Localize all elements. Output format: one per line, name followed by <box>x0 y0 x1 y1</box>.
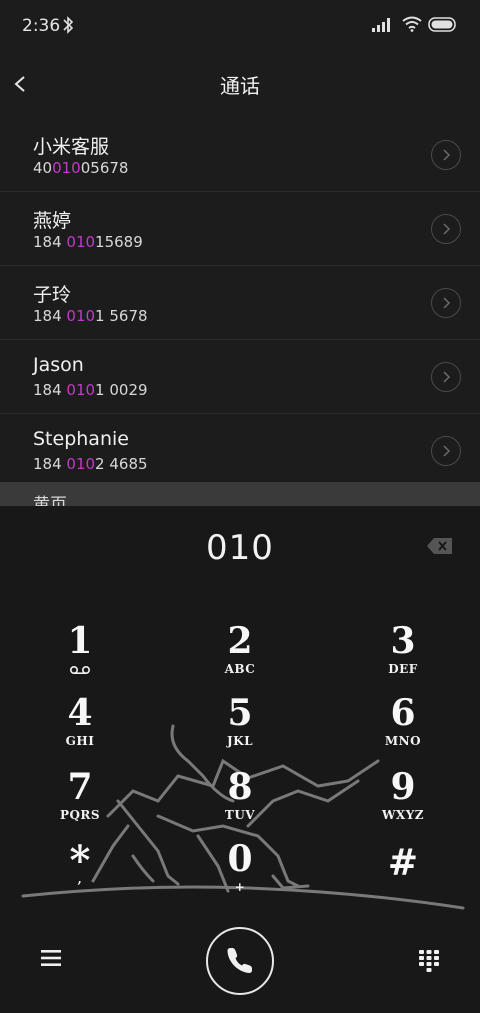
key-digit: 4 <box>67 692 93 734</box>
wifi-icon <box>402 16 422 32</box>
dial-key-8[interactable]: 8 TUV <box>195 768 285 834</box>
dial-key-1[interactable]: 1 <box>35 622 125 688</box>
number-prefix: 184 <box>33 381 67 399</box>
key-digit: 5 <box>227 692 253 734</box>
contact-name: Jason <box>33 354 84 376</box>
number-match: 010 <box>66 233 96 251</box>
contact-details-button[interactable] <box>431 214 461 244</box>
backspace-icon[interactable] <box>426 536 454 556</box>
dial-key-star[interactable]: * , <box>35 841 125 912</box>
contact-row[interactable]: 子玲 184 0101 5678 <box>0 266 480 340</box>
dial-key-3[interactable]: 3 DEF <box>358 622 448 688</box>
key-letters: GHI <box>65 734 95 748</box>
contact-number: 184 0101 0029 <box>33 381 148 399</box>
status-bar: 2:36 <box>0 0 480 52</box>
number-prefix: 184 <box>33 233 67 251</box>
contact-name: Stephanie <box>33 428 129 450</box>
dialpad: 010 1 2 ABC 3 DEF 4 GHI 5 JKL 6 MNO 7 PQ… <box>0 506 480 1013</box>
dial-key-hash[interactable]: # <box>358 842 448 912</box>
dial-key-6[interactable]: 6 MNO <box>358 694 448 760</box>
bluetooth-icon <box>63 16 74 34</box>
page-title: 通话 <box>220 74 260 98</box>
contact-row[interactable]: Stephanie 184 0102 4685 <box>0 414 480 488</box>
number-suffix: 1 5678 <box>95 307 148 325</box>
key-letters: + <box>234 880 246 894</box>
contact-number: 4001005678 <box>33 159 128 177</box>
chevron-right-icon <box>443 149 451 161</box>
key-digit: 3 <box>390 620 416 662</box>
call-button[interactable] <box>206 927 274 995</box>
key-letters: , <box>77 872 83 886</box>
number-match: 010 <box>52 159 81 177</box>
contact-details-button[interactable] <box>431 362 461 392</box>
dial-key-0[interactable]: 0 + <box>195 840 285 906</box>
voicemail-icon <box>69 665 91 675</box>
key-letters: PQRS <box>59 808 101 822</box>
key-letters: ABC <box>224 662 256 676</box>
keypad-icon[interactable] <box>417 948 441 972</box>
number-suffix: 15689 <box>95 233 143 251</box>
phone-icon <box>227 948 252 973</box>
number-match: 010 <box>66 455 96 473</box>
number-prefix: 184 <box>33 307 67 325</box>
number-prefix: 184 <box>33 455 67 473</box>
contact-details-button[interactable] <box>431 288 461 318</box>
battery-icon <box>428 17 456 32</box>
dial-key-2[interactable]: 2 ABC <box>195 622 285 688</box>
contact-number: 184 0102 4685 <box>33 455 148 473</box>
dial-key-7[interactable]: 7 PQRS <box>35 768 125 834</box>
key-letters: DEF <box>388 662 418 676</box>
key-digit: 8 <box>227 766 253 808</box>
number-suffix: 1 0029 <box>95 381 148 399</box>
contact-number: 184 0101 5678 <box>33 307 148 325</box>
contact-details-button[interactable] <box>431 140 461 170</box>
key-digit: # <box>387 842 419 884</box>
key-digit: 1 <box>67 620 93 662</box>
chevron-right-icon <box>443 297 451 309</box>
key-letters: JKL <box>226 734 254 748</box>
key-digit: 7 <box>67 766 93 808</box>
key-digit: 0 <box>227 838 253 880</box>
key-digit: 6 <box>390 692 416 734</box>
chevron-right-icon <box>443 371 451 383</box>
contact-row[interactable]: 小米客服 4001005678 <box>0 118 480 192</box>
dial-key-5[interactable]: 5 JKL <box>195 694 285 760</box>
key-digit: 9 <box>390 766 416 808</box>
contact-row[interactable]: 燕婷 184 01015689 <box>0 192 480 266</box>
dial-key-4[interactable]: 4 GHI <box>35 694 125 760</box>
number-suffix: 2 4685 <box>95 455 148 473</box>
menu-icon[interactable] <box>38 946 64 970</box>
status-time: 2:36 <box>22 16 61 36</box>
contact-name: 子玲 <box>33 284 72 306</box>
dial-input[interactable]: 010 <box>0 528 480 568</box>
contact-name: 燕婷 <box>33 210 72 232</box>
contact-results-list: 小米客服 4001005678 燕婷 184 01015689 子玲 184 0… <box>0 118 480 508</box>
chevron-right-icon <box>443 223 451 235</box>
contact-name: 小米客服 <box>33 136 110 158</box>
dial-key-9[interactable]: 9 WXYZ <box>358 768 448 834</box>
contact-number: 184 01015689 <box>33 233 143 251</box>
section-header-yellow-pages: 黄页 <box>0 482 480 508</box>
chevron-right-icon <box>443 445 451 457</box>
key-letters: MNO <box>384 734 422 748</box>
key-digit: 2 <box>227 620 253 662</box>
number-match: 010 <box>66 381 96 399</box>
contact-details-button[interactable] <box>431 436 461 466</box>
signal-icon <box>372 18 390 32</box>
key-letters: TUV <box>224 808 256 822</box>
key-letters: WXYZ <box>381 808 425 822</box>
header: 通话 <box>0 52 480 116</box>
number-suffix: 05678 <box>80 159 129 177</box>
contact-row[interactable]: Jason 184 0101 0029 <box>0 340 480 414</box>
number-prefix: 40 <box>33 159 53 177</box>
number-match: 010 <box>66 307 96 325</box>
